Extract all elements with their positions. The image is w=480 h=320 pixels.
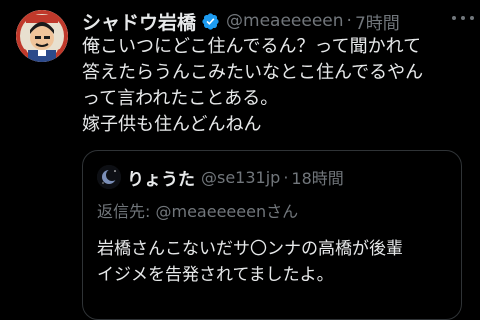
- quoted-tweet-timestamp[interactable]: 18時間: [291, 165, 343, 189]
- quoted-tweet-text-line: 岩橋さんこないだサ〇ンナの高橋が後輩: [97, 239, 403, 259]
- separator-dot: ·: [283, 167, 289, 187]
- tweet-text-line: 俺こいつにどこ住んでるん？って聞かれて: [82, 36, 422, 57]
- author-display-name[interactable]: シャドウ岩橋: [82, 8, 196, 35]
- more-dot: [470, 16, 474, 20]
- reply-to-suffix: さん: [266, 202, 299, 221]
- reply-to-line: 返信先: @meaeeeeenさん: [97, 198, 298, 222]
- author-avatar[interactable]: [16, 10, 68, 62]
- tweet-text-line: 嫁子供も住んどんねん: [82, 114, 262, 135]
- quoted-tweet-card[interactable]: りょうた @se131jp · 18時間 返信先: @meaeeeeenさん 岩…: [82, 150, 462, 320]
- reply-to-handle[interactable]: @meaeeeeen: [155, 202, 266, 221]
- more-horizontal-icon[interactable]: [452, 14, 474, 22]
- tweet-body: 俺こいつにどこ住んでるん？って聞かれて 答えたらうんこみたいなとこ住んでるやん …: [82, 34, 467, 138]
- separator-dot: ·: [346, 11, 352, 31]
- tweet-timestamp[interactable]: 7時間: [355, 9, 400, 34]
- author-handle[interactable]: @meaeeeeen: [226, 11, 344, 31]
- reply-to-prefix: 返信先:: [97, 202, 156, 221]
- tweet-header: シャドウ岩橋 @meaeeeeen · 7時間: [82, 8, 400, 34]
- quoted-tweet-body: 岩橋さんこないだサ〇ンナの高橋が後輩 イジメを告発されてましたよ。: [97, 236, 447, 288]
- tweet-text-line: って言われたことある。: [82, 88, 279, 109]
- quoted-tweet-header: りょうた @se131jp · 18時間: [97, 164, 344, 190]
- cartoon-portrait-avatar-icon: [16, 10, 68, 62]
- quoted-author-display-name[interactable]: りょうた: [127, 165, 195, 190]
- quoted-author-handle[interactable]: @se131jp: [201, 168, 280, 187]
- more-dot: [452, 16, 456, 20]
- tweet-text-line: 答えたらうんこみたいなとこ住んでるやん: [82, 62, 424, 83]
- quoted-author-avatar[interactable]: [97, 165, 121, 189]
- blue-moon-avatar-icon: [97, 165, 121, 189]
- verified-badge-icon: [201, 12, 220, 31]
- more-dot: [461, 16, 465, 20]
- quoted-tweet-text-line: イジメを告発されてましたよ。: [97, 265, 334, 285]
